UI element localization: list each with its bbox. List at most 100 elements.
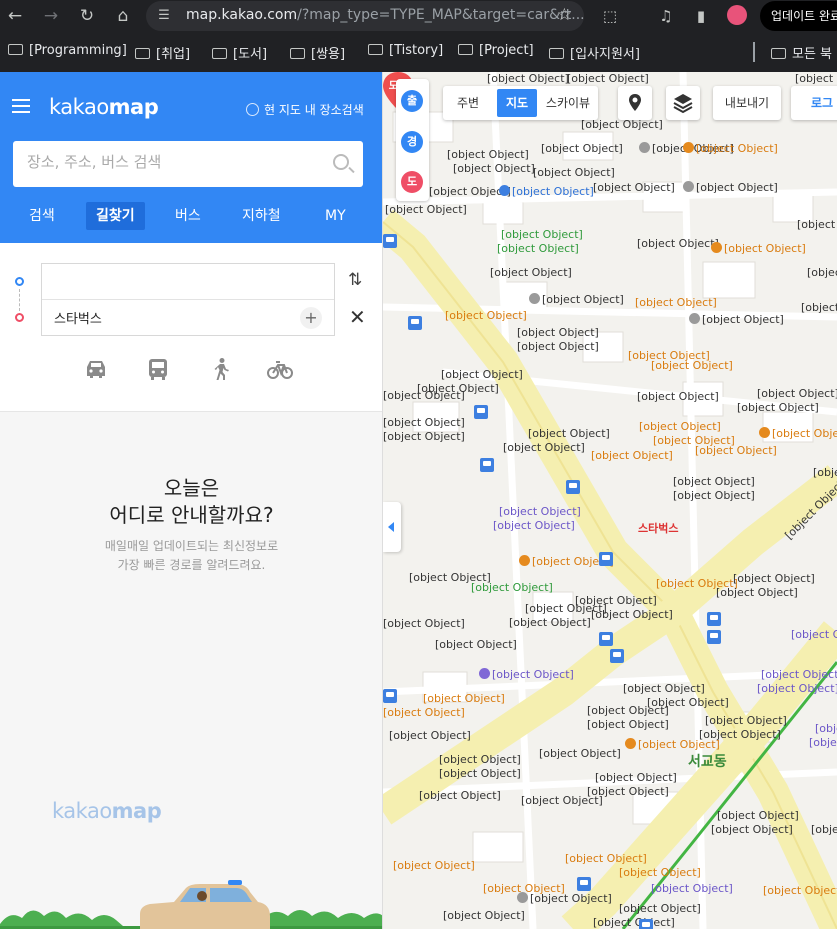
map-type-button[interactable]: 지도	[497, 89, 537, 117]
forward-icon[interactable]: →	[38, 4, 64, 28]
map-poi[interactable]: [object Object]	[807, 266, 837, 279]
map-poi[interactable]: [object Object]	[567, 72, 649, 85]
bus-stop-icon[interactable]	[577, 877, 591, 891]
bookmark-folder[interactable]: [Programming]	[8, 43, 127, 58]
map-poi[interactable]: [object Object]	[499, 185, 594, 198]
bookmark-folder[interactable]: 모든 북	[771, 43, 832, 62]
bus-stop-icon[interactable]	[599, 632, 613, 646]
tab-my[interactable]: MY	[325, 202, 346, 230]
map-poi[interactable]: [object Object]	[423, 692, 505, 705]
bike-mode-icon[interactable]	[267, 357, 293, 381]
map-poi[interactable]: [object Object]	[525, 602, 607, 615]
bookmark-star-icon[interactable]: ☆	[557, 5, 572, 25]
media-control-icon[interactable]: ♫	[655, 5, 677, 27]
map-poi[interactable]: [object Object]	[637, 390, 719, 403]
map-poi[interactable]: [object Object]	[651, 359, 733, 372]
kakaomap-logo[interactable]: kakaomap	[49, 95, 159, 119]
map-poi[interactable]: [object Object]	[595, 771, 677, 784]
nearby-search-toggle[interactable]: 현 지도 내 장소검색	[246, 101, 364, 118]
bus-stop-icon[interactable]	[383, 689, 397, 703]
address-bar[interactable]: ☰ map.kakao.com/?map_type=TYPE_MAP&targe…	[146, 1, 585, 31]
map-poi[interactable]: [object Object]	[673, 489, 755, 502]
map-poi[interactable]: [object Object]	[815, 722, 837, 735]
bus-stop-icon[interactable]	[566, 480, 580, 494]
map-poi[interactable]: [object Object]	[619, 866, 701, 879]
map-poi[interactable]: [object Object]	[419, 789, 501, 802]
map-poi[interactable]: [object Object]	[795, 72, 837, 85]
map-poi[interactable]: [object Object]	[521, 794, 603, 807]
map-poi[interactable]: [object Object]	[509, 616, 591, 629]
swap-route-icon[interactable]: ⇅	[348, 270, 362, 290]
map-poi[interactable]: [object Object]	[801, 301, 837, 314]
reload-icon[interactable]: ↻	[74, 4, 100, 28]
map-poi[interactable]: [object Object]	[435, 638, 517, 651]
map-poi[interactable]: [object Object]	[453, 162, 535, 175]
map-poi[interactable]: [object Object]	[541, 142, 623, 155]
map-poi[interactable]: [object Object]	[651, 882, 733, 895]
map-poi[interactable]: [object Object]	[493, 519, 575, 532]
car-mode-icon[interactable]	[83, 357, 109, 381]
map-poi[interactable]: [object Object]	[759, 427, 837, 440]
destination-label[interactable]: 스타벅스	[638, 520, 678, 536]
map-poi[interactable]: [object Object]	[539, 747, 621, 760]
bus-stop-icon[interactable]	[480, 458, 494, 472]
search-input[interactable]	[27, 153, 317, 171]
map-poi[interactable]: [object Object]	[565, 852, 647, 865]
search-icon[interactable]	[333, 154, 349, 170]
map-poi[interactable]: [object Object]	[711, 242, 806, 255]
map-poi[interactable]: [object Object]	[683, 142, 778, 155]
bus-stop-icon[interactable]	[707, 612, 721, 626]
location-tool[interactable]	[618, 86, 652, 120]
walk-mode-icon[interactable]	[208, 357, 234, 381]
map-poi[interactable]: [object Object]	[385, 203, 467, 216]
map-poi[interactable]: [object Object]	[528, 427, 610, 440]
map-poi[interactable]: [object Object]	[447, 148, 529, 161]
map-poi[interactable]: [object Object]	[479, 668, 574, 681]
bus-stop-icon[interactable]	[610, 649, 624, 663]
map-poi[interactable]: [object Object]	[673, 475, 755, 488]
map-poi[interactable]: [object Object]	[503, 441, 585, 454]
map-poi[interactable]: [object Object]	[471, 581, 553, 594]
map-poi[interactable]: [object Object]	[683, 181, 778, 194]
bus-stop-icon[interactable]	[707, 630, 721, 644]
map-poi[interactable]: [object Object]	[587, 704, 669, 717]
subway-station-label[interactable]: 서교동	[688, 751, 727, 771]
map-poi[interactable]: [object Object]	[813, 466, 837, 479]
map-poi[interactable]: [object Object]	[637, 237, 719, 250]
bus-stop-icon[interactable]	[599, 552, 613, 566]
bookmark-folder[interactable]: [쌍용]	[290, 43, 345, 62]
extensions-icon[interactable]: ⬚	[599, 5, 621, 27]
map-poi[interactable]: [object Object]	[517, 892, 612, 905]
map-poi[interactable]: [object Object]	[587, 718, 669, 731]
profile-avatar[interactable]	[727, 5, 747, 25]
map-poi[interactable]: [object Object]	[443, 909, 525, 922]
map-poi[interactable]: [object Object]	[761, 668, 837, 681]
site-settings-icon[interactable]: ☰	[156, 8, 172, 24]
map-poi[interactable]: [object Object]	[593, 916, 675, 929]
bus-stop-icon[interactable]	[639, 919, 653, 929]
map-poi[interactable]: [object Object]	[490, 266, 572, 279]
map-poi[interactable]: [object Object]	[717, 809, 799, 822]
map-poi[interactable]: [object Object]	[711, 823, 793, 836]
map-poi[interactable]: [object Object]	[383, 706, 465, 719]
map-poi[interactable]: [object Object]	[383, 389, 465, 402]
bus-mode-icon[interactable]	[145, 357, 171, 381]
map-poi[interactable]: [object Object]	[393, 859, 475, 872]
menu-icon[interactable]	[12, 99, 30, 113]
bus-stop-icon[interactable]	[408, 316, 422, 330]
map-poi[interactable]: [object Object]	[705, 714, 787, 727]
bookmark-folder[interactable]: [취업]	[135, 43, 190, 62]
map-poi[interactable]: [object Object]	[763, 884, 837, 897]
layers-tool[interactable]	[666, 86, 700, 120]
map-poi[interactable]: [object Object]	[499, 505, 581, 518]
map-view[interactable]: [object Object] [object Object] [object …	[383, 72, 837, 929]
bus-stop-icon[interactable]	[474, 405, 488, 419]
nearby-button[interactable]: 주변	[445, 89, 491, 117]
update-button[interactable]: 업데이트 완료	[760, 1, 837, 31]
destination-chip[interactable]: 도	[401, 171, 423, 193]
map-poi[interactable]: [object Object]	[517, 340, 599, 353]
collapse-panel-button[interactable]	[383, 502, 401, 552]
bookmark-folder[interactable]: [Project]	[458, 43, 534, 58]
map-poi[interactable]: [object Object]	[439, 753, 521, 766]
map-poi[interactable]: [object Object]	[487, 72, 569, 85]
